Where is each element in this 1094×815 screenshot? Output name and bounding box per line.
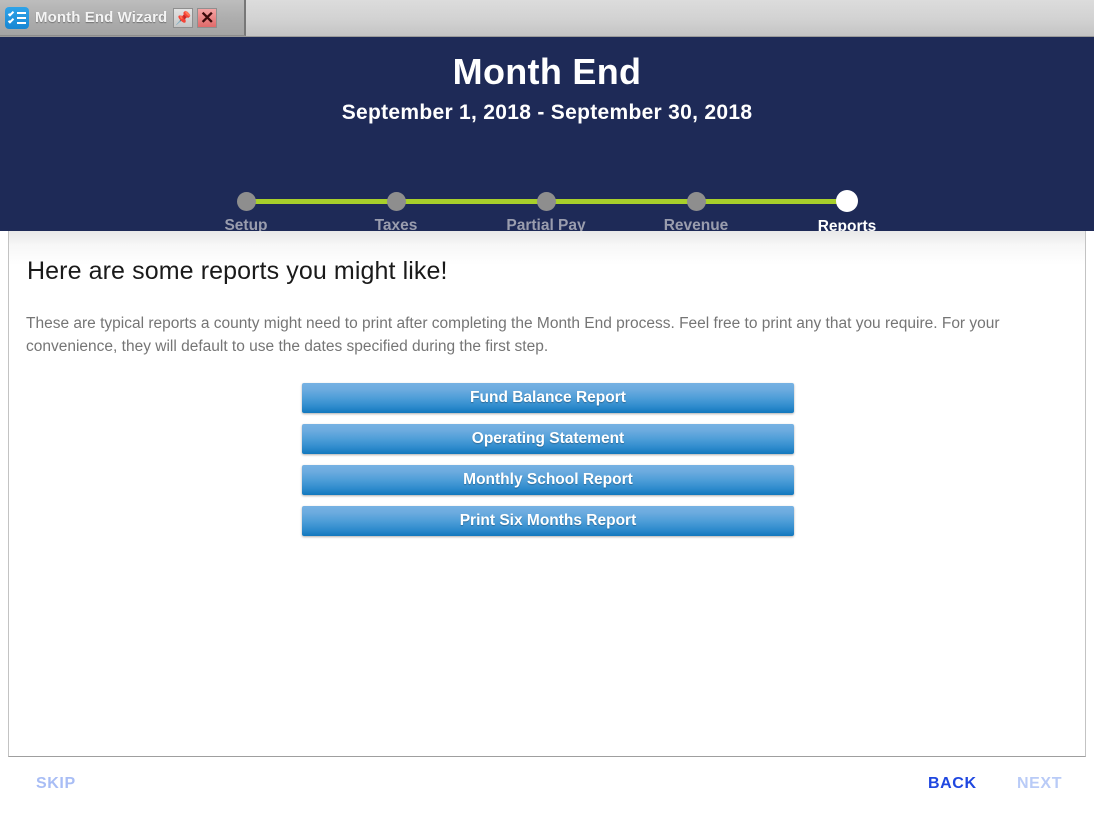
- print-six-months-report-button[interactable]: Print Six Months Report: [302, 506, 794, 536]
- window-title: Month End Wizard: [35, 9, 168, 26]
- report-button-list: Fund Balance Report Operating Statement …: [302, 383, 794, 547]
- wizard-header: Month End September 1, 2018 - September …: [0, 37, 1094, 231]
- step-setup[interactable]: Setup: [186, 156, 306, 231]
- checklist-icon: [5, 6, 29, 29]
- step-dot: [236, 192, 256, 211]
- pushpin-icon[interactable]: 📌: [173, 7, 194, 28]
- step-revenue[interactable]: Revenue: [636, 156, 756, 231]
- progress-stepper: Setup Taxes Partial Pay Revenue Reports: [224, 156, 876, 231]
- wizard-footer: SKIP BACK NEXT: [0, 757, 1094, 815]
- step-reports[interactable]: Reports: [787, 156, 907, 231]
- operating-statement-button[interactable]: Operating Statement: [302, 424, 794, 454]
- window-tab[interactable]: Month End Wizard 📌 ✕: [0, 0, 246, 36]
- next-button[interactable]: NEXT: [1017, 775, 1062, 793]
- monthly-school-report-button[interactable]: Monthly School Report: [302, 465, 794, 495]
- date-range: September 1, 2018 - September 30, 2018: [341, 101, 753, 124]
- step-taxes[interactable]: Taxes: [336, 156, 456, 231]
- page-title: Month End: [452, 51, 642, 92]
- step-label: Revenue: [663, 217, 729, 231]
- window-title-bar: Month End Wizard 📌 ✕: [0, 0, 1094, 37]
- skip-button[interactable]: SKIP: [36, 775, 76, 793]
- content-panel: Here are some reports you might like! Th…: [8, 231, 1086, 757]
- step-partial-pay[interactable]: Partial Pay: [486, 156, 606, 231]
- content-heading: Here are some reports you might like!: [27, 257, 448, 285]
- step-label: Reports: [817, 218, 877, 231]
- step-label: Taxes: [374, 217, 418, 231]
- step-dot-active: [836, 190, 858, 212]
- back-button[interactable]: BACK: [928, 775, 977, 793]
- close-x-icon[interactable]: ✕: [197, 7, 218, 28]
- step-dot: [686, 192, 706, 211]
- content-description: These are typical reports a county might…: [26, 315, 1000, 355]
- fund-balance-report-button[interactable]: Fund Balance Report: [302, 383, 794, 413]
- step-dot: [386, 192, 406, 211]
- step-label: Setup: [224, 217, 268, 231]
- step-label: Partial Pay: [506, 217, 586, 231]
- step-dot: [536, 192, 556, 211]
